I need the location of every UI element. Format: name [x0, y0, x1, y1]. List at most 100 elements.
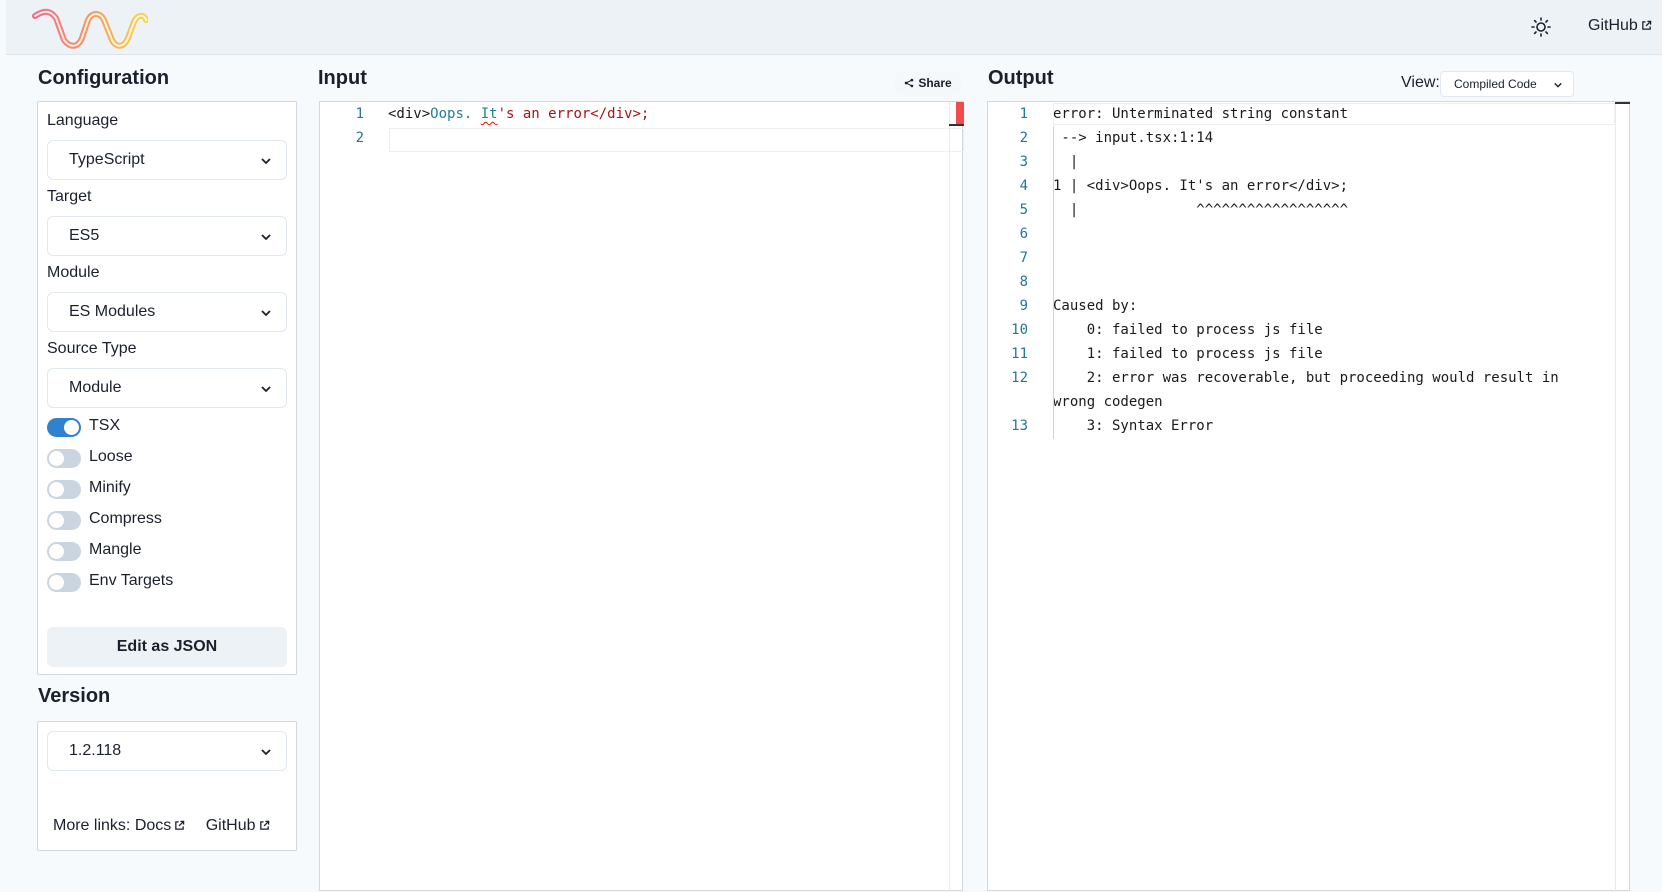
- scrollbar-thumb[interactable]: [949, 124, 964, 126]
- swc-logo[interactable]: [30, 8, 148, 50]
- toggle-label: TSX: [89, 417, 121, 434]
- top-header: GitHub: [6, 0, 1662, 55]
- loose-switch[interactable]: [47, 449, 81, 468]
- target-select[interactable]: ES5: [47, 216, 287, 256]
- output-line: wrong codegen: [988, 391, 1631, 415]
- external-link-icon: [175, 820, 185, 830]
- output-line: 5 | ^^^^^^^^^^^^^^^^^^: [988, 199, 1631, 223]
- scrollbar-thumb[interactable]: [1615, 102, 1630, 104]
- toggle-mangle[interactable]: Mangle: [47, 539, 287, 563]
- error-marker: [956, 102, 964, 126]
- output-text: 3: Syntax Error: [1053, 418, 1214, 434]
- edit-as-json-button[interactable]: Edit as JSON: [47, 627, 287, 667]
- code-line: 2: [320, 128, 964, 152]
- docs-link-label: Docs: [134, 817, 172, 834]
- line-number: 8: [1019, 274, 1028, 290]
- output-line: 3 |: [988, 151, 1631, 175]
- output-text: 0: failed to process js file: [1053, 322, 1323, 338]
- code-tag: <div>: [388, 106, 431, 122]
- code-jsx-text: Oops.: [430, 106, 481, 122]
- output-line: 12 2: error was recoverable, but proceed…: [988, 367, 1631, 391]
- more-links-label: More links:: [53, 817, 131, 834]
- chevron-down-icon: [261, 158, 271, 165]
- view-select[interactable]: Compiled Code: [1440, 71, 1574, 97]
- github-footer-link-label: GitHub: [205, 817, 256, 834]
- external-link-icon: [259, 820, 269, 830]
- line-number: 2: [355, 130, 364, 146]
- module-select[interactable]: ES Modules: [47, 292, 287, 332]
- output-title: Output: [988, 67, 1054, 89]
- chevron-down-icon: [261, 749, 271, 756]
- output-line: 2 --> input.tsx:1:14: [988, 127, 1631, 151]
- tsx-switch[interactable]: [47, 418, 81, 437]
- editor-scrollbar[interactable]: [949, 102, 964, 892]
- toggle-compress[interactable]: Compress: [47, 508, 287, 532]
- source-type-select[interactable]: Module: [47, 368, 287, 408]
- version-panel: 1.2.118 More links: Docs GitHub: [37, 721, 297, 851]
- target-label: Target: [47, 188, 92, 205]
- view-label: View:: [1401, 74, 1440, 91]
- github-link[interactable]: GitHub: [1588, 17, 1652, 35]
- module-value: ES Modules: [69, 303, 156, 320]
- chevron-down-icon: [261, 386, 271, 393]
- language-value: TypeScript: [69, 151, 145, 168]
- output-line: 7: [988, 247, 1631, 271]
- input-editor[interactable]: 1 <div>Oops. It's an error</div>; 2: [319, 101, 964, 892]
- output-text: Caused by:: [1053, 298, 1138, 314]
- output-text: 1 | <div>Oops. It's an error</div>;: [1053, 178, 1349, 194]
- source-type-value: Module: [69, 379, 122, 396]
- language-select[interactable]: TypeScript: [47, 140, 287, 180]
- configuration-panel: Language TypeScript Target ES5 Module ES…: [37, 101, 297, 675]
- configuration-title: Configuration: [38, 67, 170, 89]
- input-title: Input: [318, 67, 367, 89]
- source-type-label: Source Type: [47, 340, 137, 357]
- docs-link[interactable]: Docs: [135, 817, 185, 834]
- indent-guide: [1053, 126, 1054, 439]
- line-number: 5: [1019, 202, 1028, 218]
- toggle-label: Minify: [89, 479, 131, 496]
- error-squiggle: It: [480, 106, 498, 122]
- chevron-down-icon: [261, 310, 271, 317]
- module-label: Module: [47, 264, 100, 281]
- chevron-down-icon: [261, 234, 271, 241]
- toggle-tsx[interactable]: TSX: [47, 415, 287, 439]
- chevron-down-icon: [1554, 82, 1562, 88]
- toggle-label: Mangle: [89, 541, 142, 558]
- env-targets-switch[interactable]: [47, 573, 81, 592]
- line-number: 1: [1019, 106, 1028, 122]
- line-number: 12: [1011, 370, 1028, 386]
- toggle-label: Loose: [89, 448, 133, 465]
- output-line: 9 Caused by:: [988, 295, 1631, 319]
- mangle-switch[interactable]: [47, 542, 81, 561]
- code-line: 1 <div>Oops. It's an error</div>;: [320, 104, 964, 128]
- sun-icon[interactable]: [1530, 16, 1552, 38]
- output-line: 6: [988, 223, 1631, 247]
- version-select[interactable]: 1.2.118: [47, 731, 287, 771]
- line-number: 9: [1019, 298, 1028, 314]
- github-link-label: GitHub: [1588, 17, 1638, 34]
- share-button[interactable]: Share: [895, 71, 961, 95]
- line-number: 2: [1019, 130, 1028, 146]
- toggle-env-targets[interactable]: Env Targets: [47, 570, 287, 594]
- view-select-value: Compiled Code: [1454, 77, 1537, 91]
- output-text: 2: error was recoverable, but proceeding…: [1053, 370, 1559, 386]
- toggle-loose[interactable]: Loose: [47, 446, 287, 470]
- output-text: wrong codegen: [1053, 394, 1163, 410]
- output-text: 1: failed to process js file: [1053, 346, 1323, 362]
- line-number: 3: [1019, 154, 1028, 170]
- code-text: <div>Oops. It's an error</div>;: [388, 106, 649, 122]
- language-label: Language: [47, 112, 119, 129]
- toggle-minify[interactable]: Minify: [47, 477, 287, 501]
- output-line: 8: [988, 271, 1631, 295]
- compress-switch[interactable]: [47, 511, 81, 530]
- output-line: 11 1: failed to process js file: [988, 343, 1631, 367]
- output-editor[interactable]: 1 error: Unterminated string constant 2 --…: [987, 101, 1631, 892]
- editor-scrollbar[interactable]: [1615, 102, 1630, 892]
- line-number: 4: [1019, 178, 1028, 194]
- minify-switch[interactable]: [47, 480, 81, 499]
- line-number: 6: [1019, 226, 1028, 242]
- external-link-icon: [1641, 20, 1652, 30]
- github-footer-link[interactable]: GitHub: [206, 817, 270, 834]
- version-value: 1.2.118: [69, 742, 122, 759]
- output-text: |: [1053, 154, 1079, 170]
